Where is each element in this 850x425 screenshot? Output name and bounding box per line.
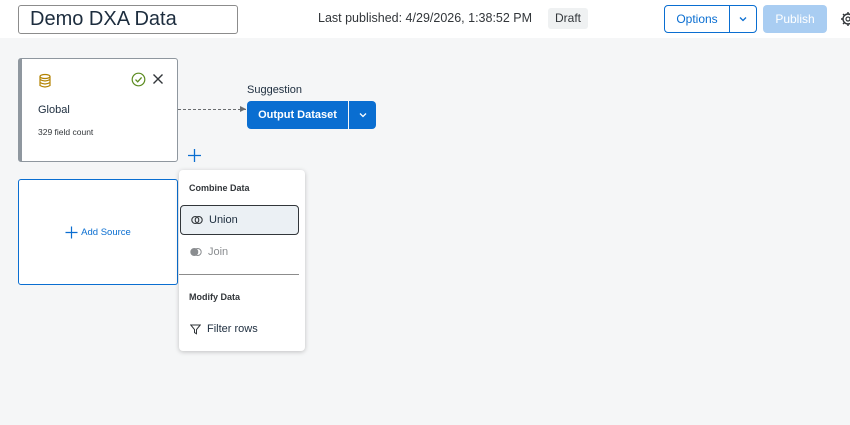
union-icon [191,215,203,225]
top-bar: Last published: 4/29/2026, 1:38:52 PM Dr… [0,0,850,38]
modify-data-header: Modify Data [189,292,241,302]
success-check-icon [131,72,146,87]
filter-rows-label: Filter rows [207,323,258,335]
dataset-title-input[interactable] [18,5,238,34]
menu-divider [179,274,299,275]
combine-data-header: Combine Data [189,183,250,193]
publish-button[interactable]: Publish [763,5,827,33]
source-field-count: 329 field count [38,127,94,137]
source-card-global[interactable]: Global 329 field count [18,58,178,162]
add-source-button[interactable]: Add Source [65,226,131,239]
source-name: Global [38,104,70,116]
filter-icon [190,324,201,335]
menu-item-join[interactable]: Join [180,237,299,267]
menu-item-union[interactable]: Union [180,205,299,235]
suggestion-label: Suggestion [247,84,303,96]
last-published-text: Last published: 4/29/2026, 1:38:52 PM [318,11,533,25]
union-label: Union [209,214,238,226]
add-step-plus-icon[interactable] [187,148,202,163]
join-icon [190,248,202,256]
menu-item-filter-rows[interactable]: Filter rows [180,314,299,344]
add-source-card[interactable]: Add Source [18,179,178,285]
connector-line [178,109,246,110]
output-dataset-button[interactable]: Output Dataset [247,101,348,129]
transform-menu: Combine Data Union Join Modify Data Filt… [179,170,305,351]
plus-icon [65,226,78,238]
close-icon[interactable] [152,73,164,85]
database-icon [39,73,51,88]
add-source-label: Add Source [81,226,131,238]
status-badge: Draft [548,8,589,29]
chevron-down-icon [359,113,366,118]
output-dataset-dropdown-button[interactable] [349,101,376,129]
join-label: Join [208,246,229,258]
gear-icon[interactable] [840,11,850,27]
connector-arrow-icon [240,106,246,112]
chevron-down-icon [739,17,747,22]
options-button[interactable]: Options [664,5,730,33]
options-dropdown-button[interactable] [729,5,757,33]
